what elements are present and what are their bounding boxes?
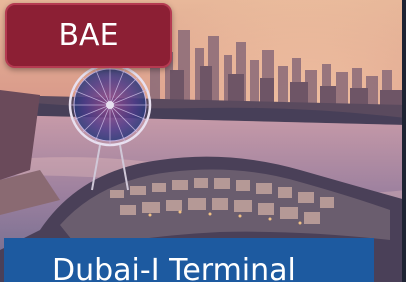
region-badge-label: BAE	[58, 18, 119, 53]
region-badge[interactable]: BAE	[5, 3, 172, 68]
card-edge-divider	[402, 0, 406, 282]
destination-card[interactable]: BAE Dubai-I Terminal	[0, 0, 406, 282]
terminal-title-label: Dubai-I Terminal	[52, 253, 296, 282]
terminal-title-bar[interactable]: Dubai-I Terminal	[4, 238, 374, 282]
